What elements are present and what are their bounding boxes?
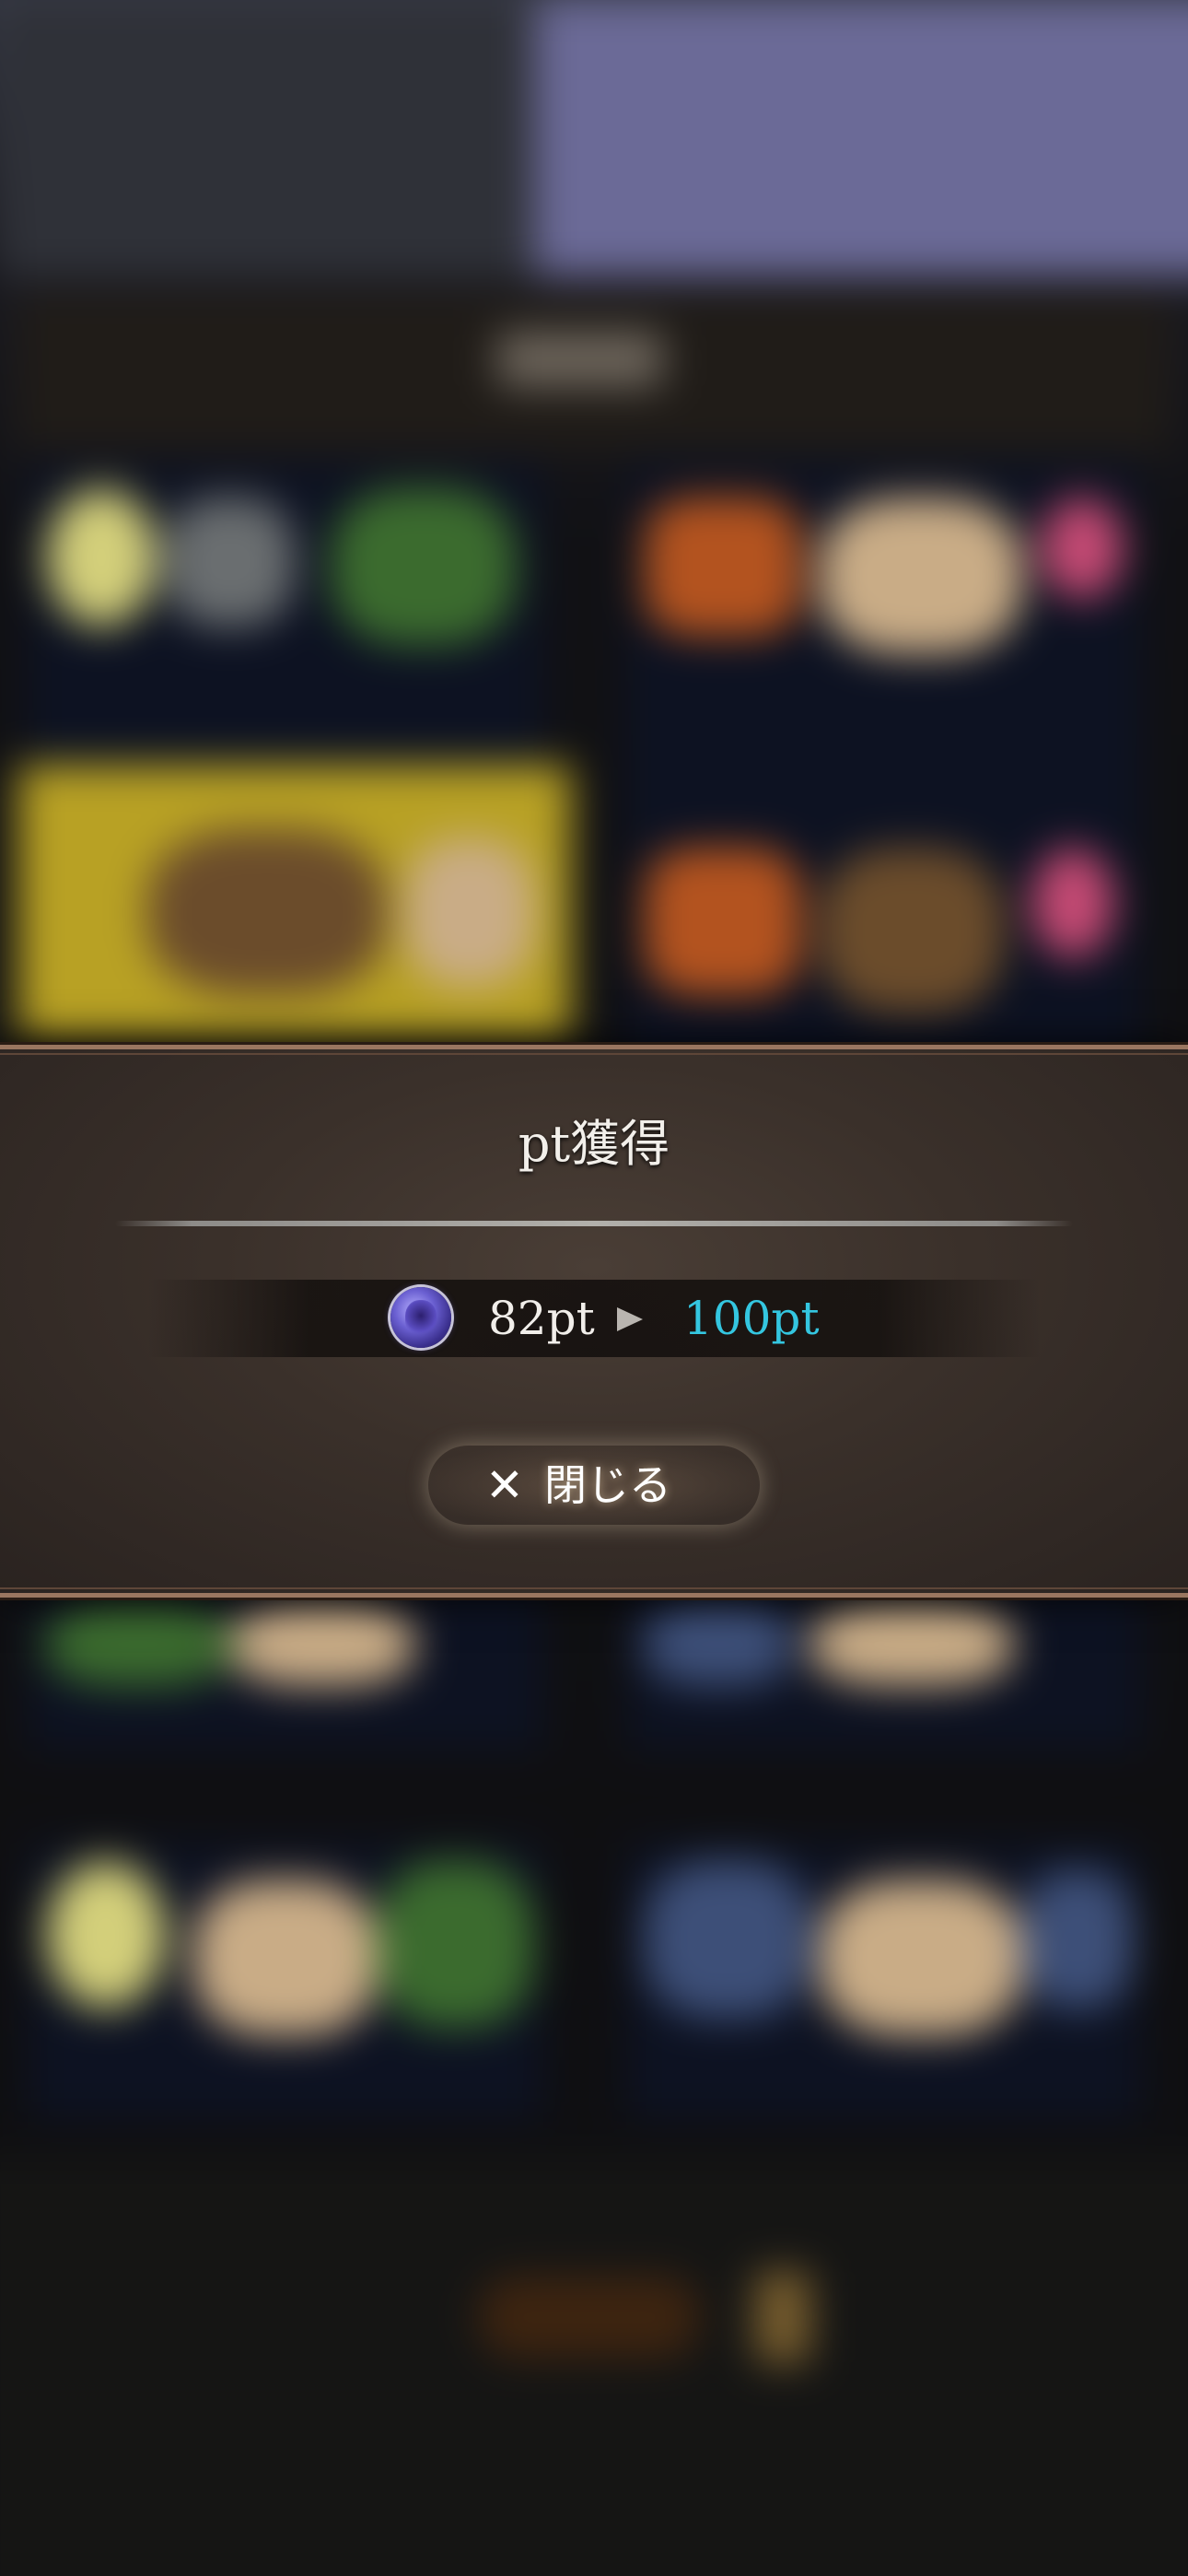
background-sky [534, 0, 1188, 276]
dialog-title: pt獲得 [518, 1115, 670, 1173]
background-button [479, 2276, 700, 2359]
points-before: 82pt [488, 1292, 595, 1345]
background-footer [0, 2156, 1188, 2576]
background-card [18, 765, 571, 1041]
background-card [626, 461, 1142, 811]
points-change-row: 82pt 100pt [147, 1280, 1041, 1357]
points-after: 100pt [683, 1292, 820, 1345]
background-card [626, 1843, 1142, 2119]
pt-acquired-dialog: pt獲得 82pt 100pt ✕ 閉じる [0, 1045, 1188, 1598]
background-results-title [497, 332, 663, 387]
background-card [28, 1843, 543, 2119]
close-button-label: 閉じる [544, 1460, 671, 1510]
purple-orb-icon [390, 1287, 451, 1348]
background-card [28, 461, 543, 811]
background-arrow [755, 2271, 810, 2363]
game-screen: pt獲得 82pt 100pt ✕ 閉じる [0, 0, 1188, 2576]
background-card [28, 1585, 543, 1751]
close-icon: ✕ [485, 1458, 524, 1512]
close-button[interactable]: ✕ 閉じる [428, 1446, 760, 1525]
arrow-right-icon [617, 1307, 643, 1331]
background-building [0, 0, 534, 276]
title-divider [115, 1221, 1073, 1226]
background-card [626, 1585, 1142, 1751]
